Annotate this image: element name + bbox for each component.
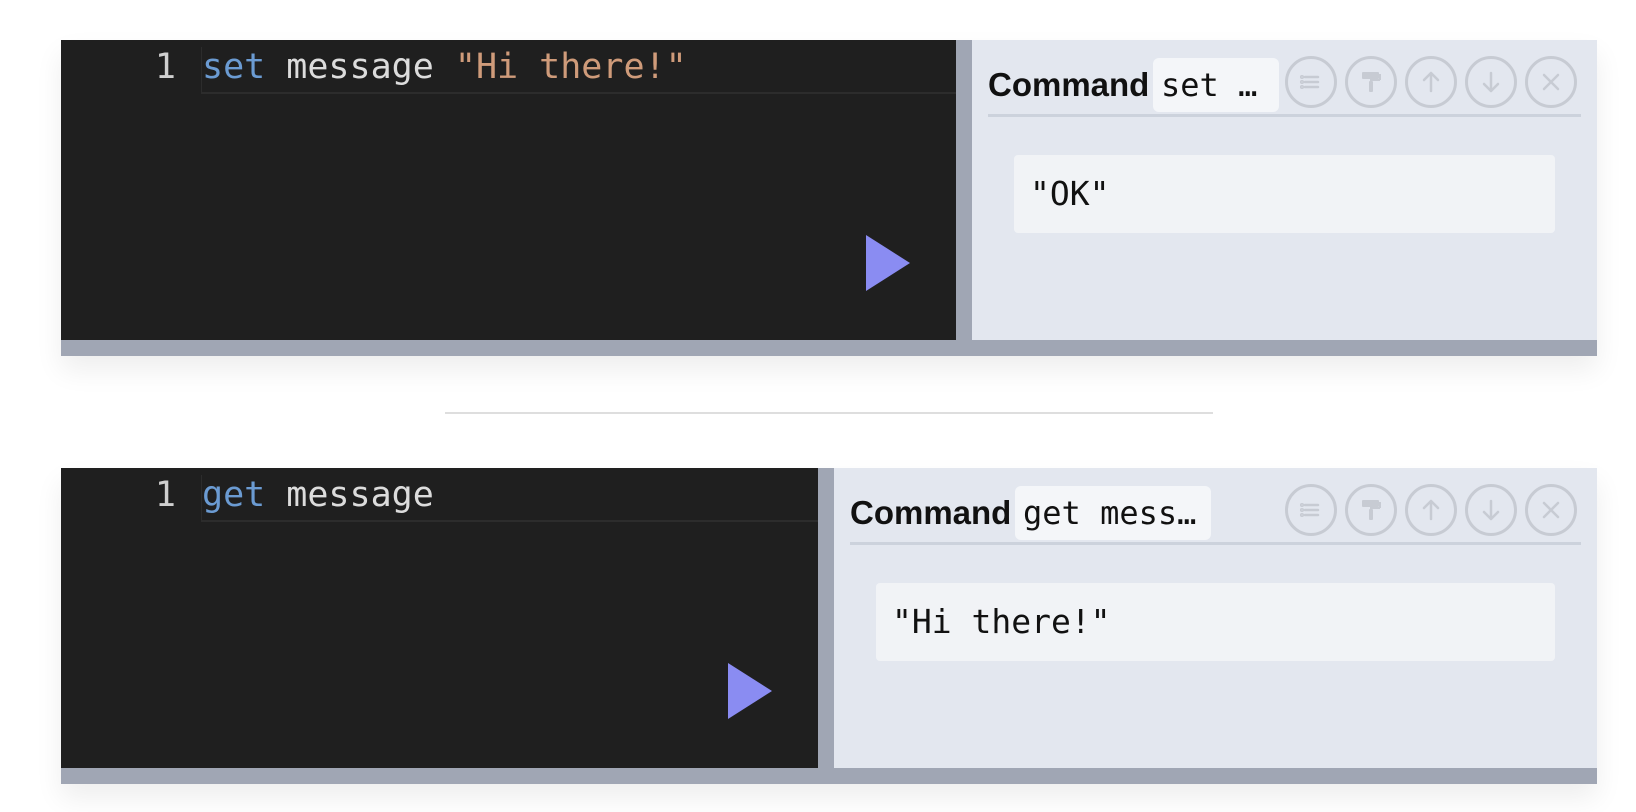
move-down-button[interactable] [1465, 484, 1517, 536]
toolbar [1285, 484, 1577, 536]
toolbar [1285, 56, 1577, 108]
command-label: Command [988, 66, 1150, 103]
delete-button[interactable] [1525, 484, 1577, 536]
move-up-button[interactable] [1405, 56, 1457, 108]
code-keyword: set [202, 47, 266, 87]
line-number: 1 [154, 475, 176, 515]
command-label: Command [850, 494, 1012, 531]
code-string: "Hi there!" [454, 47, 687, 87]
notebook-cell-1: 1 set message "Hi there!" Command set … [61, 40, 1597, 356]
code-keyword: get [202, 475, 266, 515]
cell-bottom-bar [61, 768, 1597, 784]
cell-separator [445, 412, 1213, 414]
paint-roller-icon [1362, 72, 1381, 92]
list-icon [1299, 74, 1320, 90]
list-icon [1299, 502, 1320, 518]
move-down-button[interactable] [1465, 56, 1517, 108]
list-button[interactable] [1285, 56, 1337, 108]
format-button[interactable] [1345, 56, 1397, 108]
code-editor[interactable]: 1 set message "Hi there!" [61, 40, 956, 340]
result-output: "Hi there!" [876, 583, 1555, 661]
list-button[interactable] [1285, 484, 1337, 536]
notebook-cell-2: 1 get message Command get mess… "Hi ther… [61, 468, 1597, 784]
code-text: message [265, 47, 455, 87]
command-preview[interactable]: get mess… [1015, 486, 1211, 540]
resize-divider[interactable] [956, 40, 972, 340]
arrow-down-icon [1482, 71, 1500, 93]
command-preview[interactable]: set … [1153, 58, 1279, 112]
output-header: Command set … [988, 54, 1581, 117]
format-button[interactable] [1345, 484, 1397, 536]
paint-roller-icon [1362, 500, 1381, 520]
line-number: 1 [154, 47, 176, 87]
resize-divider[interactable] [818, 468, 834, 768]
output-panel: Command get mess… "Hi there!" [834, 468, 1597, 768]
move-up-button[interactable] [1405, 484, 1457, 536]
code-line[interactable]: set message "Hi there!" [201, 47, 956, 94]
output-header: Command get mess… [850, 482, 1581, 545]
close-icon [1542, 73, 1560, 91]
run-button[interactable] [728, 663, 772, 719]
arrow-down-icon [1482, 499, 1500, 521]
code-editor[interactable]: 1 get message [61, 468, 818, 768]
arrow-up-icon [1422, 499, 1440, 521]
arrow-up-icon [1422, 71, 1440, 93]
run-button[interactable] [866, 235, 910, 291]
cell-bottom-bar [61, 340, 1597, 356]
code-line[interactable]: get message [201, 475, 818, 522]
close-icon [1542, 501, 1560, 519]
code-text: message [265, 475, 434, 515]
delete-button[interactable] [1525, 56, 1577, 108]
output-panel: Command set … "OK" [972, 40, 1597, 340]
result-output: "OK" [1014, 155, 1555, 233]
